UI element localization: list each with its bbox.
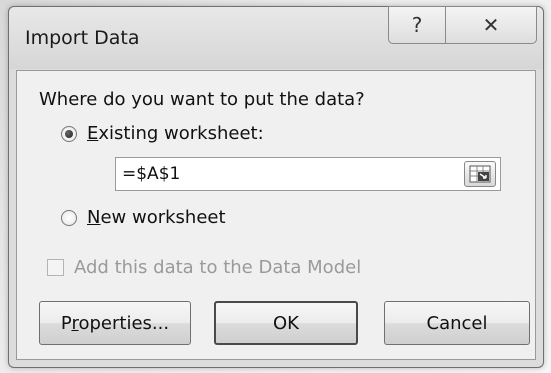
- caption-buttons: ? ✕: [388, 6, 537, 44]
- reference-input[interactable]: =$A$1: [115, 157, 501, 191]
- properties-label: Properties...: [60, 312, 170, 334]
- destination-question: Where do you want to put the data?: [39, 89, 365, 110]
- ok-label: OK: [273, 312, 299, 334]
- existing-worksheet-option[interactable]: Existing worksheet:: [61, 123, 264, 144]
- new-worksheet-radio[interactable]: [61, 209, 77, 226]
- cancel-label: Cancel: [426, 312, 488, 334]
- new-worksheet-option[interactable]: New worksheet: [61, 207, 226, 228]
- data-model-label: Add this data to the Data Model: [74, 257, 362, 278]
- data-model-option[interactable]: Add this data to the Data Model: [47, 257, 361, 278]
- title-bar: Import Data ? ✕: [9, 6, 543, 69]
- range-select-icon: [469, 165, 491, 183]
- reference-value[interactable]: =$A$1: [122, 164, 180, 184]
- import-data-dialog: Import Data ? ✕ Where do you want to put…: [8, 6, 544, 368]
- help-button[interactable]: ?: [388, 6, 445, 44]
- existing-worksheet-label: Existing worksheet:: [87, 123, 264, 144]
- new-worksheet-label: New worksheet: [87, 207, 226, 228]
- ok-button[interactable]: OK: [214, 301, 358, 345]
- help-icon: ?: [411, 13, 423, 37]
- cancel-button[interactable]: Cancel: [384, 301, 530, 345]
- range-select-button[interactable]: [464, 161, 496, 187]
- close-icon: ✕: [482, 13, 500, 37]
- properties-button[interactable]: Properties...: [39, 301, 191, 345]
- existing-worksheet-radio[interactable]: [61, 125, 77, 142]
- dialog-body: Where do you want to put the data? Exist…: [16, 70, 536, 360]
- dialog-title: Import Data: [25, 27, 140, 49]
- data-model-checkbox[interactable]: [47, 259, 64, 276]
- close-button[interactable]: ✕: [445, 6, 537, 44]
